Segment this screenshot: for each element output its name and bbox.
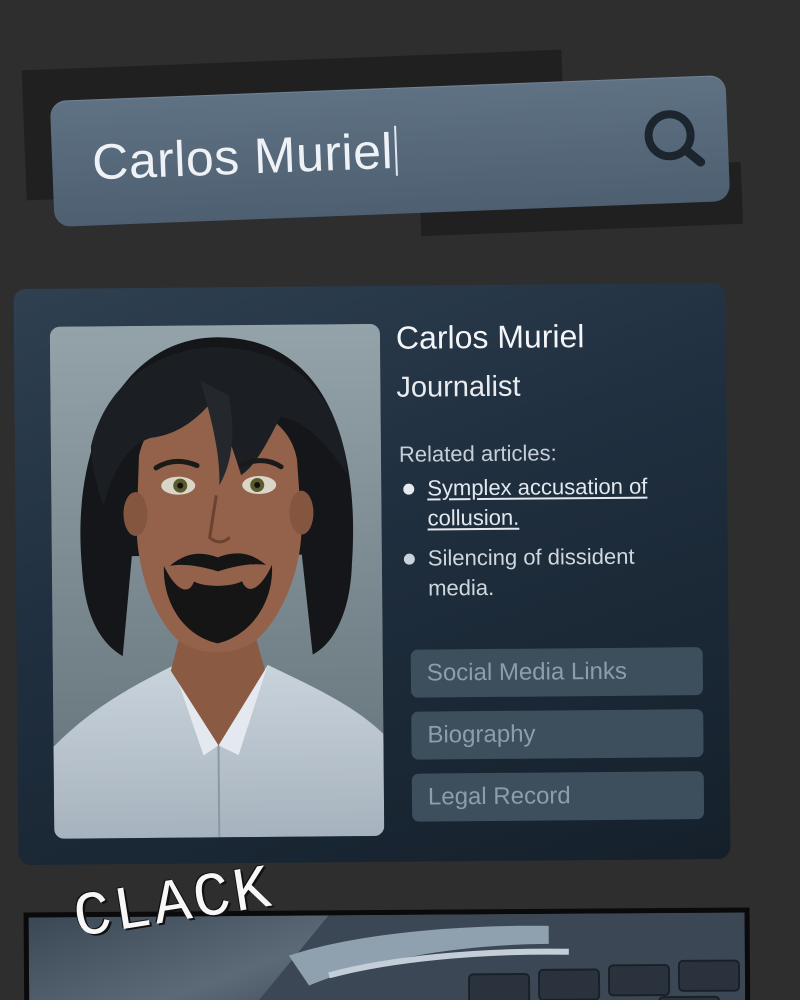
biography-button[interactable]: Biography [411, 709, 704, 760]
profile-role: Journalist [396, 370, 521, 404]
related-article-link[interactable]: Symplex accusation of collusion. [403, 471, 704, 534]
comic-page: Carlos Muriel Carlos Muriel Journalist R… [0, 0, 800, 1000]
bullet-icon [403, 483, 415, 495]
related-articles-heading: Related articles: [398, 440, 557, 467]
bullet-icon [403, 553, 415, 565]
profile-portrait [49, 323, 385, 839]
related-article: Silencing of dissident media. [403, 541, 705, 604]
search-query-text: Carlos Muriel [91, 122, 395, 191]
profile-card: Carlos Muriel Journalist Related article… [13, 282, 731, 866]
legal-record-button[interactable]: Legal Record [411, 771, 705, 822]
search-bar[interactable]: Carlos Muriel [49, 75, 731, 227]
article-title[interactable]: Symplex accusation of collusion. [427, 471, 704, 533]
search-button[interactable] [638, 104, 710, 171]
social-media-links-button[interactable]: Social Media Links [410, 647, 704, 698]
profile-name: Carlos Muriel [395, 318, 585, 356]
article-title: Silencing of dissident media. [427, 543, 635, 601]
search-icon [644, 110, 706, 167]
portrait-illustration [49, 323, 385, 839]
text-caret [394, 125, 398, 176]
search-input[interactable]: Carlos Muriel [91, 122, 398, 192]
